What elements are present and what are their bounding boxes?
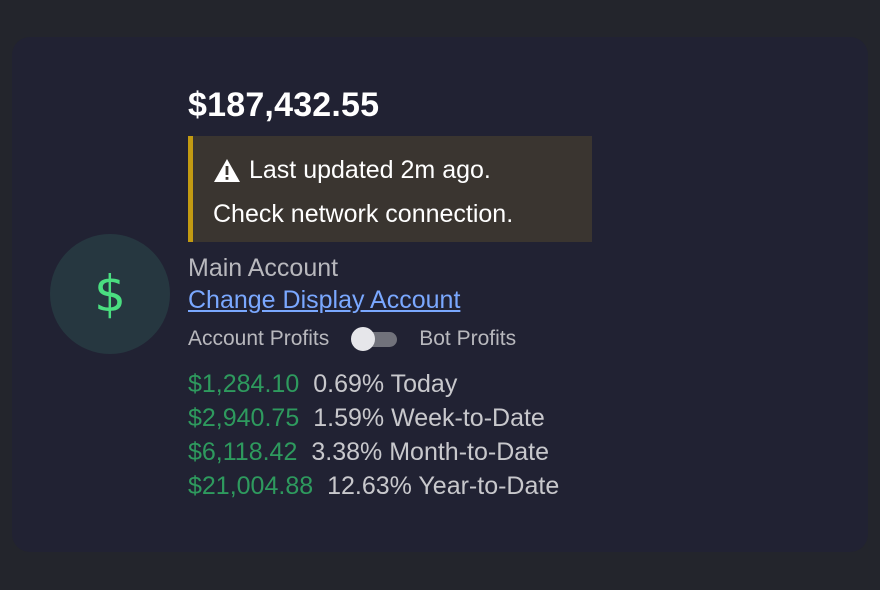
profit-row-week: $2,940.75 1.59% Week-to-Date	[188, 401, 592, 435]
profit-percent: 12.63%	[327, 472, 412, 500]
profit-period: Year-to-Date	[418, 472, 560, 500]
profit-amount: $2,940.75	[188, 404, 300, 432]
profit-amount: $21,004.88	[188, 472, 314, 500]
account-name: Main Account	[188, 254, 339, 282]
warning-triangle-icon	[214, 158, 240, 182]
warning-text-network: Check network connection.	[213, 200, 514, 228]
stale-data-warning: Last updated 2m ago. Check network conne…	[188, 136, 592, 242]
profit-row-month: $6,118.42 3.38% Month-to-Date	[188, 435, 592, 469]
toggle-thumb	[351, 327, 376, 351]
profit-type-toggle[interactable]	[351, 327, 399, 351]
change-display-account-link[interactable]: Change Display Account	[188, 283, 460, 317]
profit-type-toggle-row: Account Profits Bot Profits	[188, 325, 592, 353]
profit-period: Month-to-Date	[389, 438, 550, 466]
bot-profits-label: Bot Profits	[419, 327, 517, 350]
dollar-icon: $	[50, 234, 170, 354]
account-balance: $187,432.55	[188, 86, 380, 124]
warning-line-2: Check network connection.	[213, 192, 592, 236]
profit-period: Today	[390, 370, 458, 398]
profit-list: $1,284.10 0.69% Today $2,940.75 1.59% Week…	[188, 367, 592, 503]
account-card: $ $187,432.55 Last updated 2m ago. Check…	[12, 37, 868, 552]
profit-amount: $6,118.42	[188, 438, 298, 466]
profit-percent: 3.38%	[311, 438, 383, 466]
account-details: $187,432.55 Last updated 2m ago. Check n…	[188, 85, 592, 503]
profit-percent: 1.59%	[313, 404, 385, 432]
profit-row-today: $1,284.10 0.69% Today	[188, 367, 592, 401]
dollar-glyph: $	[94, 265, 126, 323]
account-profits-label: Account Profits	[188, 327, 330, 350]
warning-line-1: Last updated 2m ago.	[213, 148, 592, 192]
profit-period: Week-to-Date	[391, 404, 545, 432]
warning-text-updated: Last updated 2m ago.	[249, 156, 491, 184]
profit-row-year: $21,004.88 12.63% Year-to-Date	[188, 469, 592, 503]
profit-percent: 0.69%	[313, 370, 385, 398]
profit-amount: $1,284.10	[188, 370, 300, 398]
